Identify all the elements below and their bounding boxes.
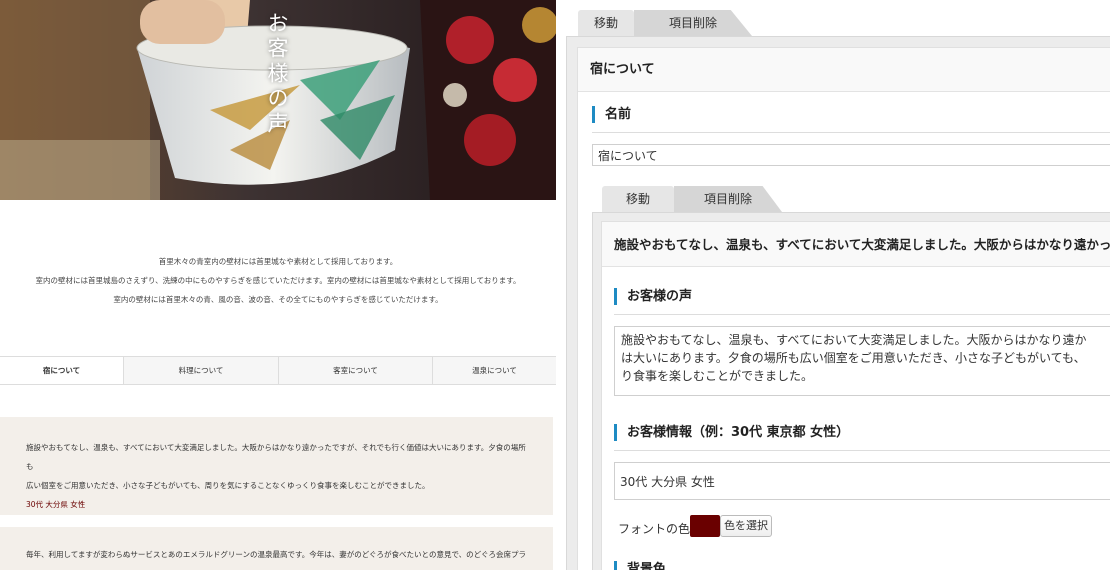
outer-item-header: 宿について <box>578 48 1110 92</box>
outer-item-body: 宿について 名前 移動 項目削除 施設やおもてなし、温泉も、すべてにおいて大変満… <box>577 47 1110 570</box>
review-text: 広い個室をご用意いただき、小さな子どもがいても、周りを気にすることなくゆっくり食… <box>26 481 430 490</box>
name-label: 名前 <box>592 106 631 123</box>
outer-tab-bar: 移動 項目削除 <box>578 10 752 36</box>
pick-color-button[interactable]: 色を選択 <box>720 515 772 537</box>
inner-item-body: 施設やおもてなし、温泉も、すべてにおいて大変満足しました。大阪からはかなり遠かっ… <box>601 221 1110 570</box>
review-text: 毎年、利用してますが変わらぬサービスとあのエメラルドグリーンの温泉最高です。今年… <box>26 550 526 570</box>
delete-item-tab[interactable]: 項目削除 <box>634 10 752 36</box>
move-tab[interactable]: 移動 <box>602 186 674 212</box>
move-tab[interactable]: 移動 <box>578 10 634 36</box>
intro-line: 室内の壁材には首里城島のさえずり、洗練の中にものやすらぎを感じていただけます。室… <box>35 276 521 285</box>
divider <box>614 314 1110 315</box>
background-color-label: 背景色 <box>614 561 666 570</box>
customer-voice-label: お客様の声 <box>614 288 692 305</box>
divider <box>614 450 1110 451</box>
divider <box>592 132 1110 133</box>
site-tab-onsen[interactable]: 温泉について <box>432 357 556 384</box>
review-card: 毎年、利用してますが変わらぬサービスとあのエメラルドグリーンの温泉最高です。今年… <box>0 527 553 570</box>
inner-tab-bar: 移動 項目削除 <box>602 186 782 212</box>
font-color-swatch[interactable] <box>690 515 720 537</box>
inner-item-header: 施設やおもてなし、温泉も、すべてにおいて大変満足しました。大阪からはかなり遠かっ <box>602 222 1110 267</box>
name-input[interactable] <box>592 144 1110 166</box>
hero-title: お客様の声 <box>265 12 289 137</box>
inner-item-panel: 施設やおもてなし、温泉も、すべてにおいて大変満足しました。大阪からはかなり遠かっ… <box>592 212 1110 570</box>
font-color-label: フォントの色 <box>618 522 691 536</box>
review-card: 施設やおもてなし、温泉も、すべてにおいて大変満足しました。大阪からはかなり遠かっ… <box>0 417 553 515</box>
customer-info-input[interactable] <box>614 462 1110 500</box>
intro-text: 首里木々の青室内の壁材には首里城なや素材として採用しております。 室内の壁材には… <box>0 252 556 309</box>
site-tab-stay[interactable]: 宿について <box>0 357 123 384</box>
site-tab-bar: 宿について 料理について 客室について 温泉について <box>0 356 556 385</box>
intro-line: 室内の壁材には首里木々の青、風の音、波の音、その全てにものやすらぎを感じていただ… <box>113 295 443 304</box>
outer-item-panel: 宿について 名前 移動 項目削除 施設やおもてなし、温泉も、すべてにおいて大変満… <box>566 36 1110 570</box>
customer-voice-textarea[interactable]: 施設やおもてなし、温泉も、すべてにおいて大変満足しました。大阪からはかなり遠か … <box>614 326 1110 396</box>
review-meta: 30代 大分県 女性 <box>26 500 86 509</box>
site-tab-rooms[interactable]: 客室について <box>278 357 432 384</box>
site-tab-food[interactable]: 料理について <box>123 357 278 384</box>
content-editor: 移動 項目削除 宿について 名前 移動 項目削除 施設やおもてなし、温泉も、すべ… <box>566 0 1110 570</box>
intro-line: 首里木々の青室内の壁材には首里城なや素材として採用しております。 <box>158 257 398 266</box>
hero-banner: お客様の声 <box>0 0 556 200</box>
delete-item-tab[interactable]: 項目削除 <box>674 186 782 212</box>
review-text: 施設やおもてなし、温泉も、すべてにおいて大変満足しました。大阪からはかなり遠かっ… <box>26 443 526 471</box>
customer-info-label: お客様情報（例：30代 東京都 女性） <box>614 424 849 441</box>
site-preview: お客様の声 首里木々の青室内の壁材には首里城なや素材として採用しております。 室… <box>0 0 556 570</box>
